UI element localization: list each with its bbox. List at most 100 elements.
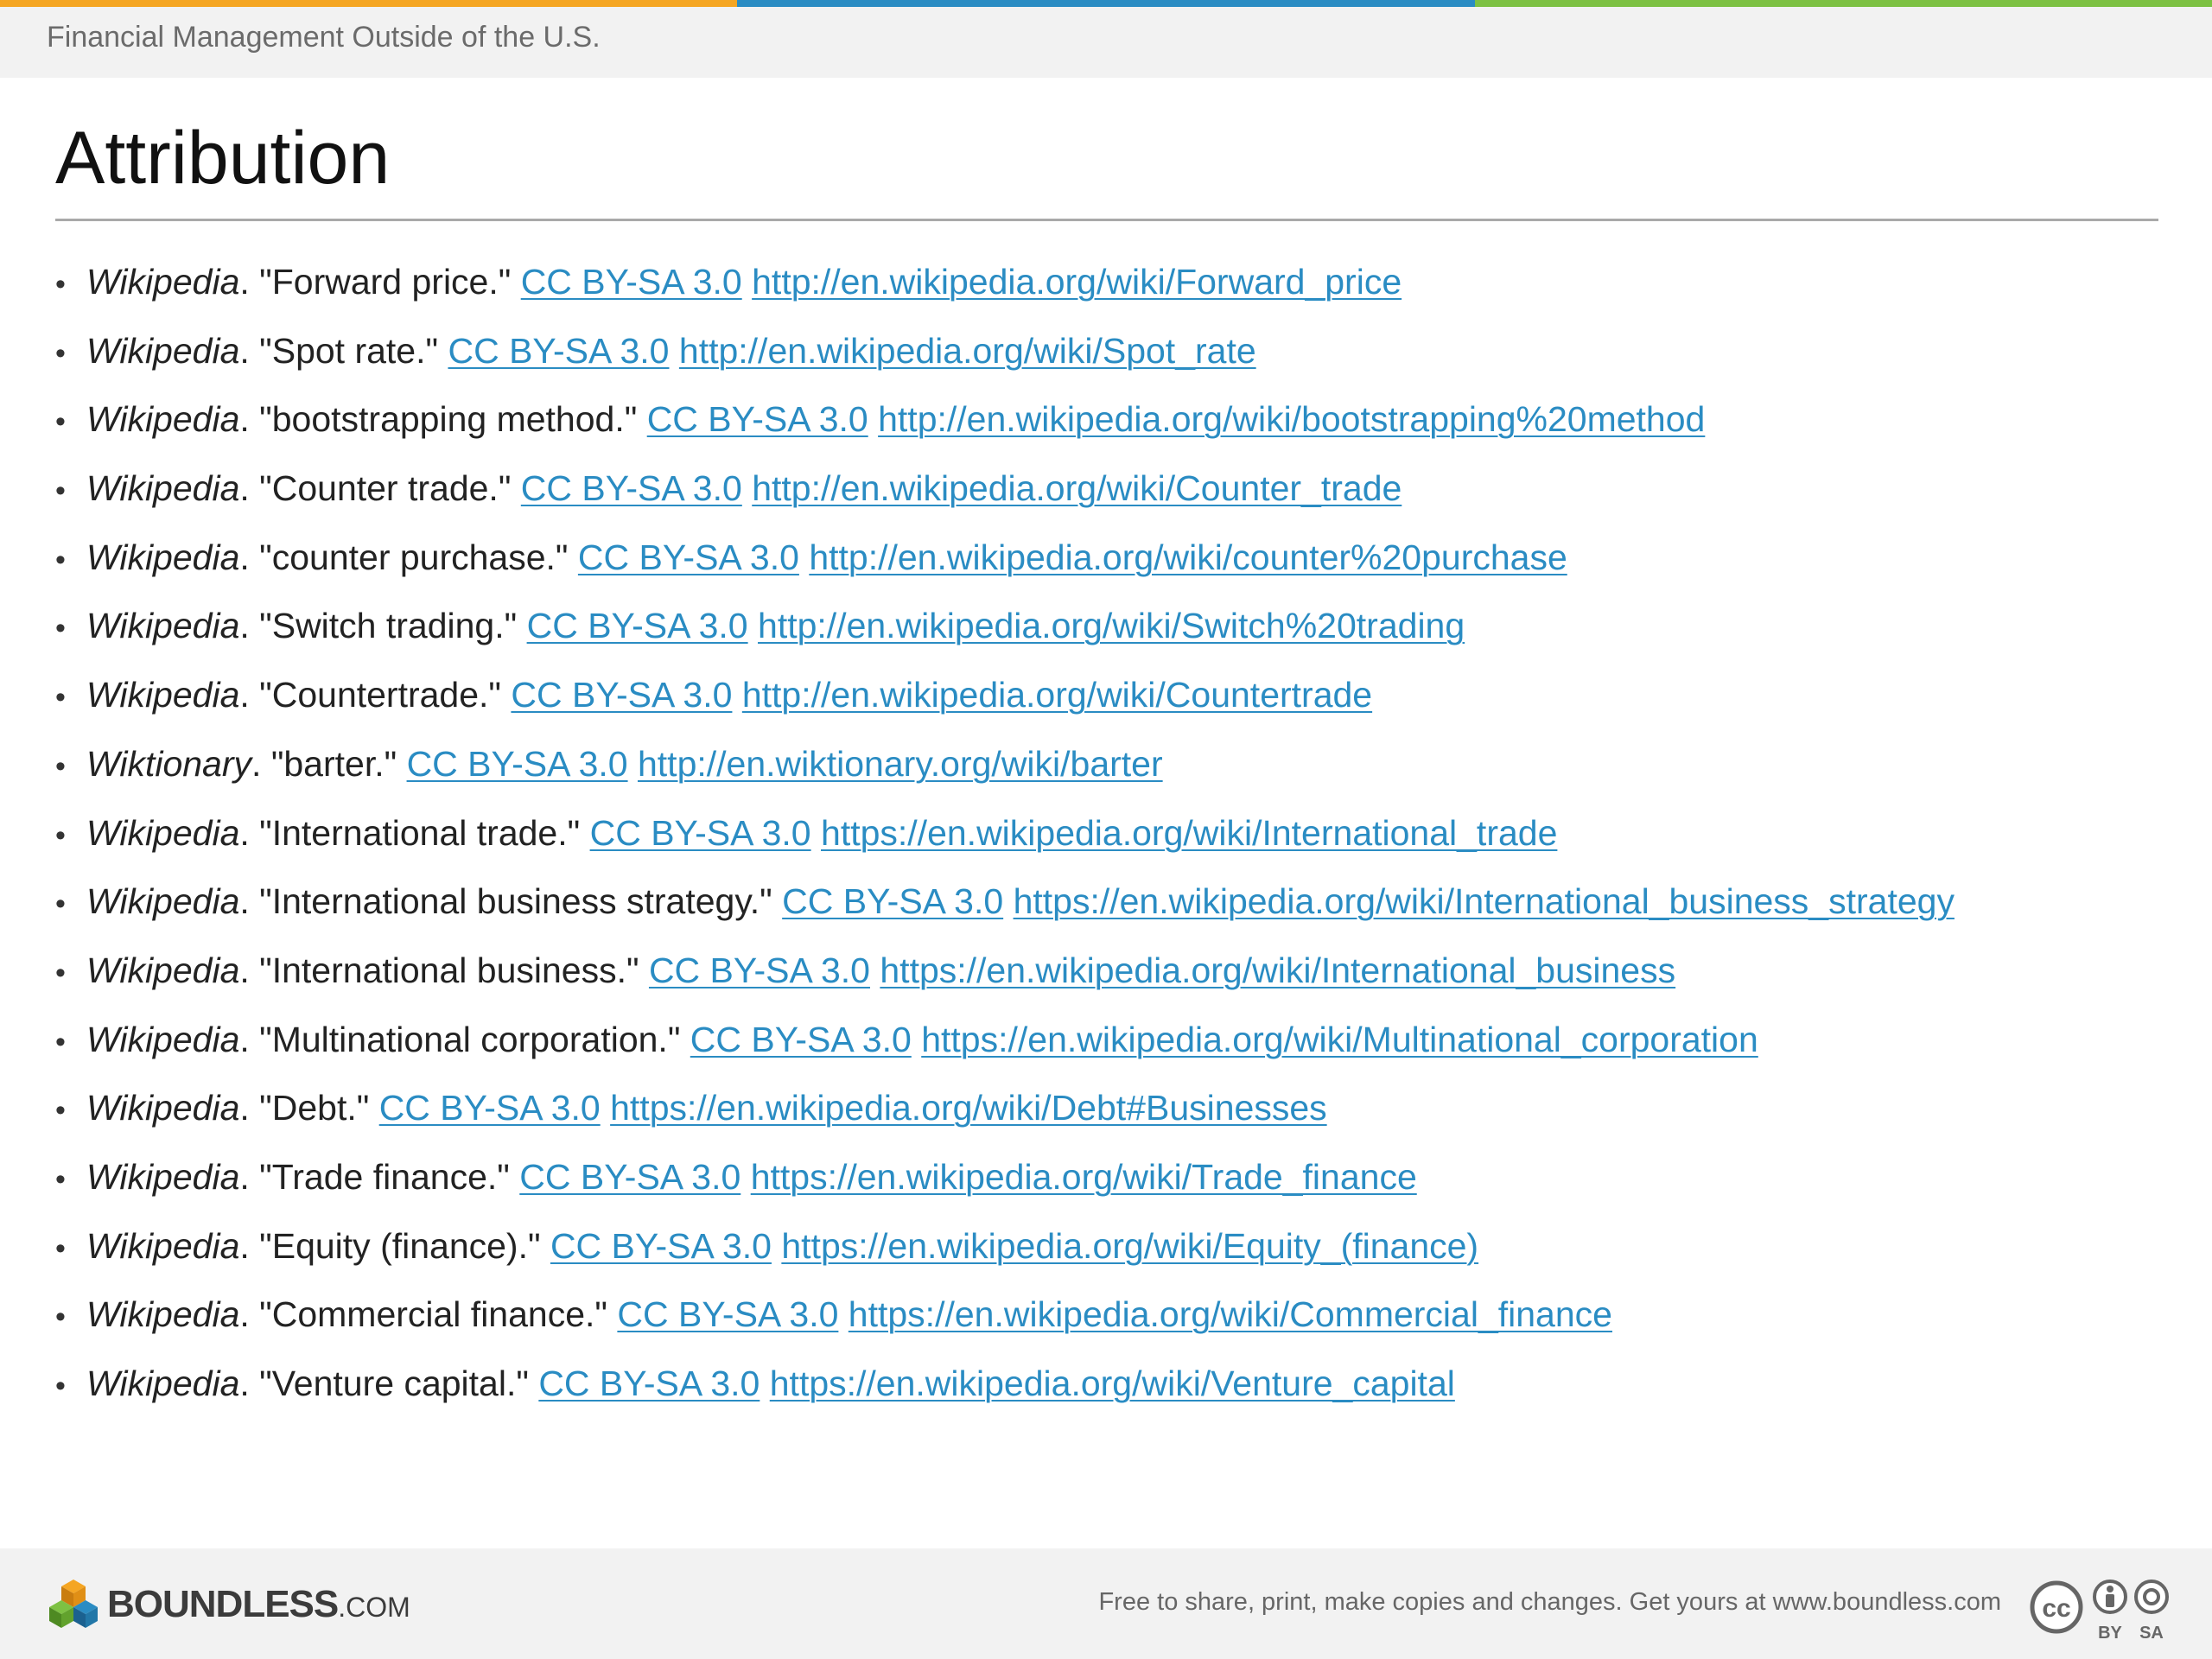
attribution-source: Wikipedia bbox=[86, 262, 240, 302]
attribution-source: Wikipedia bbox=[86, 537, 240, 577]
source-url-link[interactable]: https://en.wikipedia.org/wiki/Internatio… bbox=[880, 950, 1675, 990]
attribution-source: Wikipedia bbox=[86, 1294, 240, 1335]
sa-badge-label: SA bbox=[2139, 1624, 2164, 1642]
attribution-source: Wiktionary bbox=[86, 743, 252, 784]
license-link[interactable]: CC BY-SA 3.0 bbox=[782, 881, 1003, 921]
attribution-list: • Wikipedia. "Forward price." CC BY-SA 3.… bbox=[55, 256, 2164, 1427]
bullet-icon: • bbox=[55, 1300, 66, 1334]
attribution-item: • Wikipedia. "bootstrapping method." CC B… bbox=[55, 393, 2164, 462]
license-link[interactable]: CC BY-SA 3.0 bbox=[538, 1363, 760, 1403]
bullet-icon: • bbox=[55, 474, 66, 508]
attribution-source: Wikipedia bbox=[86, 675, 240, 715]
bullet-icon: • bbox=[55, 268, 66, 301]
license-link[interactable]: CC BY-SA 3.0 bbox=[407, 744, 628, 784]
attribution-item: • Wikipedia. "International business." CC… bbox=[55, 944, 2164, 1014]
attribution-item: • Wikipedia. "Trade finance." CC BY-SA 3.… bbox=[55, 1151, 2164, 1220]
logo-text: BOUNDLESS bbox=[107, 1583, 339, 1625]
license-link[interactable]: CC BY-SA 3.0 bbox=[511, 675, 732, 715]
attribution-title: "bootstrapping method." bbox=[259, 399, 638, 440]
source-url-link[interactable]: http://en.wikipedia.org/wiki/counter%20p… bbox=[809, 537, 1567, 577]
source-url-link[interactable]: https://en.wikipedia.org/wiki/Commercial… bbox=[849, 1294, 1612, 1334]
attribution-item: • Wikipedia. "Switch trading." CC BY-SA 3… bbox=[55, 600, 2164, 669]
attribution-item: • Wikipedia. "Forward price." CC BY-SA 3.… bbox=[55, 256, 2164, 325]
cubes-logo-icon bbox=[49, 1580, 98, 1628]
bullet-icon: • bbox=[55, 956, 66, 989]
attribution-title: "Trade finance." bbox=[259, 1156, 510, 1197]
source-url-link[interactable]: http://en.wiktionary.org/wiki/barter bbox=[638, 744, 1163, 784]
attribution-title: "Equity (finance)." bbox=[259, 1225, 541, 1266]
attribution-item: • Wiktionary. "barter." CC BY-SA 3.0 http… bbox=[55, 738, 2164, 807]
source-url-link[interactable]: https://en.wikipedia.org/wiki/Debt#Busin… bbox=[610, 1088, 1327, 1128]
bullet-icon: • bbox=[55, 405, 66, 439]
page-title: Attribution bbox=[55, 117, 391, 200]
bullet-icon: • bbox=[55, 543, 66, 576]
boundless-logo[interactable]: BOUNDLESS.COM bbox=[45, 1574, 410, 1635]
attribution-title: "Countertrade." bbox=[259, 675, 501, 715]
bullet-icon: • bbox=[55, 1094, 66, 1128]
source-url-link[interactable]: http://en.wikipedia.org/wiki/bootstrappi… bbox=[878, 399, 1705, 439]
attribution-title: "Commercial finance." bbox=[259, 1294, 607, 1335]
attribution-title: "barter." bbox=[270, 743, 397, 784]
source-url-link[interactable]: http://en.wikipedia.org/wiki/Spot_rate bbox=[679, 331, 1256, 371]
source-url-link[interactable]: http://en.wikipedia.org/wiki/Switch%20tr… bbox=[758, 606, 1465, 645]
attribution-title: "International trade." bbox=[259, 812, 581, 853]
bullet-icon: • bbox=[55, 1370, 66, 1402]
license-link[interactable]: CC BY-SA 3.0 bbox=[527, 606, 748, 645]
attribution-item: • Wikipedia. "Commercial finance." CC BY-… bbox=[55, 1288, 2164, 1357]
attribution-source: Wikipedia bbox=[86, 812, 240, 853]
footer-note: Free to share, print, make copies and ch… bbox=[1098, 1588, 2001, 1616]
attribution-title: "International business." bbox=[259, 950, 639, 990]
by-badge-label: BY bbox=[2098, 1624, 2122, 1642]
color-stripe-green bbox=[1475, 0, 2212, 7]
bullet-icon: • bbox=[55, 1162, 66, 1196]
attribution-source: Wikipedia bbox=[86, 950, 240, 990]
attribution-source: Wikipedia bbox=[86, 1088, 240, 1128]
attribution-source: Wikipedia bbox=[86, 606, 240, 646]
license-link[interactable]: CC BY-SA 3.0 bbox=[647, 399, 868, 439]
source-url-link[interactable]: https://en.wikipedia.org/wiki/Multinatio… bbox=[921, 1020, 1758, 1059]
attribution-item: • Wikipedia. "Debt." CC BY-SA 3.0 https:/… bbox=[55, 1082, 2164, 1151]
bullet-icon: • bbox=[55, 1231, 66, 1265]
bullet-icon: • bbox=[55, 818, 66, 852]
license-link[interactable]: CC BY-SA 3.0 bbox=[379, 1088, 601, 1128]
attribution-title: "Counter trade." bbox=[259, 468, 512, 509]
source-url-link[interactable]: https://en.wikipedia.org/wiki/Trade_fina… bbox=[751, 1157, 1417, 1197]
attribution-title: "Switch trading." bbox=[259, 606, 518, 646]
license-link[interactable]: CC BY-SA 3.0 bbox=[448, 331, 669, 371]
footer-bar: BOUNDLESS.COM Free to share, print, make… bbox=[0, 1548, 2212, 1659]
attribution-source: Wikipedia bbox=[86, 881, 240, 922]
source-url-link[interactable]: http://en.wikipedia.org/wiki/Forward_pri… bbox=[752, 262, 1402, 302]
source-url-link[interactable]: http://en.wikipedia.org/wiki/Countertrad… bbox=[742, 675, 1372, 715]
attribution-source: Wikipedia bbox=[86, 1225, 240, 1266]
attribution-item: • Wikipedia. "Counter trade." CC BY-SA 3.… bbox=[55, 462, 2164, 531]
attribution-source: Wikipedia bbox=[86, 330, 240, 371]
cc-badge-label: cc bbox=[2042, 1594, 2070, 1623]
source-url-link[interactable]: https://en.wikipedia.org/wiki/Internatio… bbox=[1014, 881, 1955, 921]
attribution-source: Wikipedia bbox=[86, 1363, 240, 1403]
title-divider bbox=[55, 219, 2158, 221]
license-link[interactable]: CC BY-SA 3.0 bbox=[521, 468, 742, 508]
attribution-title: "Venture capital." bbox=[259, 1363, 529, 1403]
license-link[interactable]: CC BY-SA 3.0 bbox=[578, 537, 799, 577]
color-stripe-blue bbox=[737, 0, 1475, 7]
license-link[interactable]: CC BY-SA 3.0 bbox=[649, 950, 870, 990]
license-link[interactable]: CC BY-SA 3.0 bbox=[590, 813, 811, 853]
license-link[interactable]: CC BY-SA 3.0 bbox=[519, 1157, 741, 1197]
source-url-link[interactable]: http://en.wikipedia.org/wiki/Counter_tra… bbox=[752, 468, 1402, 508]
attribution-title: "International business strategy." bbox=[259, 881, 772, 922]
source-url-link[interactable]: https://en.wikipedia.org/wiki/Venture_ca… bbox=[770, 1363, 1455, 1403]
attribution-title: "Debt." bbox=[259, 1088, 370, 1128]
attribution-source: Wikipedia bbox=[86, 1156, 240, 1197]
cc-by-sa-icon[interactable]: cc BY SA bbox=[2029, 1573, 2176, 1642]
license-link[interactable]: CC BY-SA 3.0 bbox=[617, 1294, 838, 1334]
license-link[interactable]: CC BY-SA 3.0 bbox=[690, 1020, 912, 1059]
attribution-title: "Forward price." bbox=[259, 262, 512, 302]
attribution-title: "Spot rate." bbox=[259, 330, 439, 371]
source-url-link[interactable]: https://en.wikipedia.org/wiki/Internatio… bbox=[821, 813, 1557, 853]
license-link[interactable]: CC BY-SA 3.0 bbox=[550, 1226, 772, 1266]
license-link[interactable]: CC BY-SA 3.0 bbox=[521, 262, 742, 302]
bullet-icon: • bbox=[55, 1025, 66, 1058]
attribution-item: • Wikipedia. "Countertrade." CC BY-SA 3.0… bbox=[55, 669, 2164, 738]
bullet-icon: • bbox=[55, 336, 66, 370]
source-url-link[interactable]: https://en.wikipedia.org/wiki/Equity_(fi… bbox=[781, 1226, 1478, 1266]
